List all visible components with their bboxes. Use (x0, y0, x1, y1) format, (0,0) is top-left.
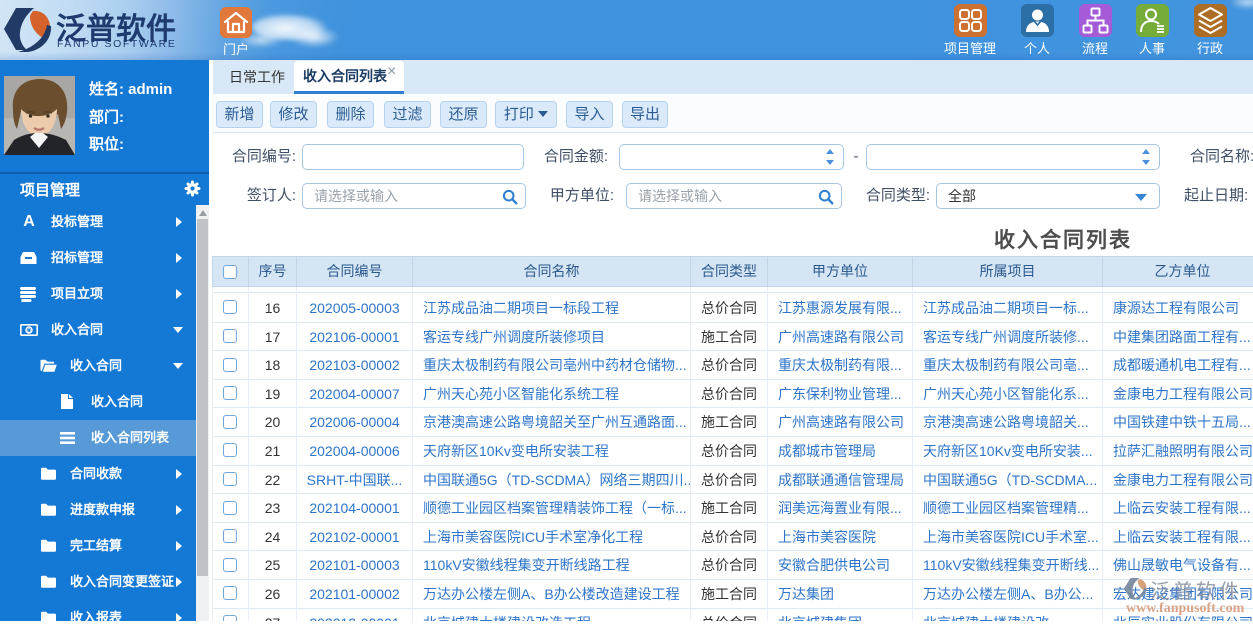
svg-text:0: 0 (27, 327, 31, 334)
